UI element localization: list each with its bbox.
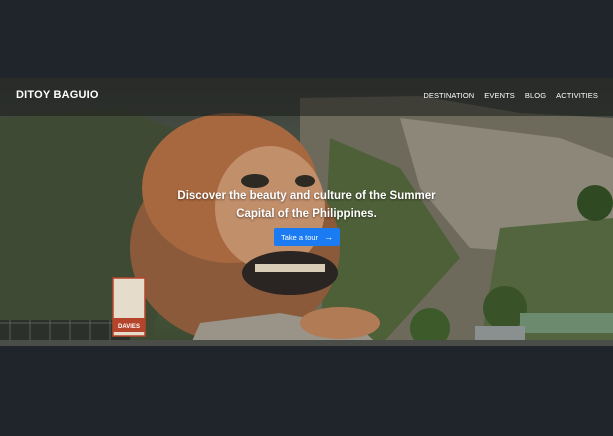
take-a-tour-label: Take a tour bbox=[280, 232, 319, 242]
take-a-tour-button[interactable]: Take a tour → bbox=[274, 228, 340, 246]
nav-link-activities[interactable]: ACTIVITIES bbox=[556, 91, 598, 100]
nav-link-blog[interactable]: BLOG bbox=[525, 91, 546, 100]
signage-label: DAVIES bbox=[118, 324, 140, 330]
nav-link-events[interactable]: EVENTS bbox=[484, 91, 515, 100]
brand-logo[interactable]: DITOY BAGUIO bbox=[16, 89, 99, 101]
nav-menu: DESTINATION EVENTS BLOG ACTIVITIES bbox=[423, 91, 598, 100]
arrow-right-icon: → bbox=[324, 231, 334, 242]
navbar: DITOY BAGUIO DESTINATION EVENTS BLOG ACT… bbox=[0, 78, 613, 116]
hero-section: DAVIES DITOY BAGUIO DESTINATION EVENTS B… bbox=[0, 78, 613, 346]
nav-link-destination[interactable]: DESTINATION bbox=[423, 91, 474, 100]
hero-headline: Discover the beauty and culture of the S… bbox=[177, 190, 436, 220]
